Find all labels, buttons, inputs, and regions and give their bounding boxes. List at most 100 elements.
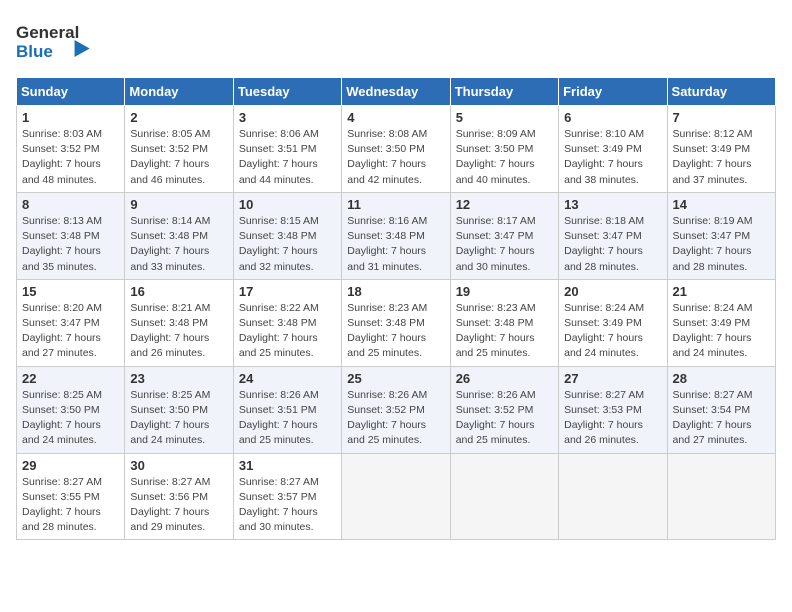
day-number: 27 bbox=[564, 371, 661, 386]
calendar-header: SundayMondayTuesdayWednesdayThursdayFrid… bbox=[17, 78, 776, 106]
calendar-week-1: 1 Sunrise: 8:03 AM Sunset: 3:52 PM Daylig… bbox=[17, 106, 776, 193]
calendar-cell: 19 Sunrise: 8:23 AM Sunset: 3:48 PM Dayli… bbox=[450, 279, 558, 366]
day-info: Sunrise: 8:25 AM Sunset: 3:50 PM Dayligh… bbox=[22, 388, 119, 449]
calendar-cell: 21Sunrise: 8:24 AM Sunset: 3:49 PM Dayli… bbox=[667, 279, 775, 366]
day-info: Sunrise: 8:12 AM Sunset: 3:49 PM Dayligh… bbox=[673, 127, 770, 188]
calendar-cell: 28 Sunrise: 8:27 AM Sunset: 3:54 PM Dayli… bbox=[667, 366, 775, 453]
calendar-cell: 31 Sunrise: 8:27 AM Sunset: 3:57 PM Dayli… bbox=[233, 453, 341, 540]
calendar-cell: 12 Sunrise: 8:17 AM Sunset: 3:47 PM Dayli… bbox=[450, 192, 558, 279]
calendar-cell: 8 Sunrise: 8:13 AM Sunset: 3:48 PM Daylig… bbox=[17, 192, 125, 279]
calendar-cell: 1 Sunrise: 8:03 AM Sunset: 3:52 PM Daylig… bbox=[17, 106, 125, 193]
day-info: Sunrise: 8:08 AM Sunset: 3:50 PM Dayligh… bbox=[347, 127, 444, 188]
day-info: Sunrise: 8:15 AM Sunset: 3:48 PM Dayligh… bbox=[239, 214, 336, 275]
day-info: Sunrise: 8:05 AM Sunset: 3:52 PM Dayligh… bbox=[130, 127, 227, 188]
calendar-cell: 16 Sunrise: 8:21 AM Sunset: 3:48 PM Dayli… bbox=[125, 279, 233, 366]
day-number: 10 bbox=[239, 197, 336, 212]
day-header-sunday: Sunday bbox=[17, 78, 125, 106]
page-header: General Blue bbox=[16, 16, 776, 71]
calendar-cell: 13 Sunrise: 8:18 AM Sunset: 3:47 PM Dayli… bbox=[559, 192, 667, 279]
day-info: Sunrise: 8:10 AM Sunset: 3:49 PM Dayligh… bbox=[564, 127, 661, 188]
day-number: 9 bbox=[130, 197, 227, 212]
day-number: 8 bbox=[22, 197, 119, 212]
calendar-cell: 9 Sunrise: 8:14 AM Sunset: 3:48 PM Daylig… bbox=[125, 192, 233, 279]
calendar-cell: 11Sunrise: 8:16 AM Sunset: 3:48 PM Dayli… bbox=[342, 192, 450, 279]
day-info: Sunrise: 8:27 AM Sunset: 3:55 PM Dayligh… bbox=[22, 475, 119, 536]
day-number: 23 bbox=[130, 371, 227, 386]
calendar-cell: 17Sunrise: 8:22 AM Sunset: 3:48 PM Dayli… bbox=[233, 279, 341, 366]
day-info: Sunrise: 8:21 AM Sunset: 3:48 PM Dayligh… bbox=[130, 301, 227, 362]
day-info: Sunrise: 8:26 AM Sunset: 3:51 PM Dayligh… bbox=[239, 388, 336, 449]
day-number: 7 bbox=[673, 110, 770, 125]
day-number: 31 bbox=[239, 458, 336, 473]
day-header-tuesday: Tuesday bbox=[233, 78, 341, 106]
day-info: Sunrise: 8:03 AM Sunset: 3:52 PM Dayligh… bbox=[22, 127, 119, 188]
day-number: 22 bbox=[22, 371, 119, 386]
day-number: 30 bbox=[130, 458, 227, 473]
day-info: Sunrise: 8:18 AM Sunset: 3:47 PM Dayligh… bbox=[564, 214, 661, 275]
svg-text:General: General bbox=[16, 23, 79, 42]
day-number: 16 bbox=[130, 284, 227, 299]
day-number: 25 bbox=[347, 371, 444, 386]
calendar-cell: 10 Sunrise: 8:15 AM Sunset: 3:48 PM Dayli… bbox=[233, 192, 341, 279]
day-info: Sunrise: 8:17 AM Sunset: 3:47 PM Dayligh… bbox=[456, 214, 553, 275]
day-info: Sunrise: 8:24 AM Sunset: 3:49 PM Dayligh… bbox=[564, 301, 661, 362]
calendar-cell: 27Sunrise: 8:27 AM Sunset: 3:53 PM Dayli… bbox=[559, 366, 667, 453]
day-number: 28 bbox=[673, 371, 770, 386]
calendar-cell: 23Sunrise: 8:25 AM Sunset: 3:50 PM Dayli… bbox=[125, 366, 233, 453]
day-info: Sunrise: 8:22 AM Sunset: 3:48 PM Dayligh… bbox=[239, 301, 336, 362]
day-number: 5 bbox=[456, 110, 553, 125]
day-info: Sunrise: 8:13 AM Sunset: 3:48 PM Dayligh… bbox=[22, 214, 119, 275]
day-info: Sunrise: 8:06 AM Sunset: 3:51 PM Dayligh… bbox=[239, 127, 336, 188]
day-info: Sunrise: 8:14 AM Sunset: 3:48 PM Dayligh… bbox=[130, 214, 227, 275]
calendar-cell bbox=[559, 453, 667, 540]
calendar-week-4: 22 Sunrise: 8:25 AM Sunset: 3:50 PM Dayli… bbox=[17, 366, 776, 453]
day-header-saturday: Saturday bbox=[667, 78, 775, 106]
calendar-cell: 3 Sunrise: 8:06 AM Sunset: 3:51 PM Daylig… bbox=[233, 106, 341, 193]
day-number: 3 bbox=[239, 110, 336, 125]
logo-svg: General Blue bbox=[16, 16, 101, 66]
svg-text:Blue: Blue bbox=[16, 42, 53, 61]
day-number: 1 bbox=[22, 110, 119, 125]
day-number: 12 bbox=[456, 197, 553, 212]
day-info: Sunrise: 8:27 AM Sunset: 3:57 PM Dayligh… bbox=[239, 475, 336, 536]
day-number: 21 bbox=[673, 284, 770, 299]
calendar-cell: 22 Sunrise: 8:25 AM Sunset: 3:50 PM Dayli… bbox=[17, 366, 125, 453]
day-number: 26 bbox=[456, 371, 553, 386]
day-number: 24 bbox=[239, 371, 336, 386]
day-number: 15 bbox=[22, 284, 119, 299]
calendar-body: 1 Sunrise: 8:03 AM Sunset: 3:52 PM Daylig… bbox=[17, 106, 776, 540]
calendar-week-2: 8 Sunrise: 8:13 AM Sunset: 3:48 PM Daylig… bbox=[17, 192, 776, 279]
day-info: Sunrise: 8:26 AM Sunset: 3:52 PM Dayligh… bbox=[347, 388, 444, 449]
day-info: Sunrise: 8:23 AM Sunset: 3:48 PM Dayligh… bbox=[456, 301, 553, 362]
day-number: 18 bbox=[347, 284, 444, 299]
day-info: Sunrise: 8:09 AM Sunset: 3:50 PM Dayligh… bbox=[456, 127, 553, 188]
day-number: 19 bbox=[456, 284, 553, 299]
day-info: Sunrise: 8:20 AM Sunset: 3:47 PM Dayligh… bbox=[22, 301, 119, 362]
day-info: Sunrise: 8:19 AM Sunset: 3:47 PM Dayligh… bbox=[673, 214, 770, 275]
calendar-cell: 20Sunrise: 8:24 AM Sunset: 3:49 PM Dayli… bbox=[559, 279, 667, 366]
days-of-week-row: SundayMondayTuesdayWednesdayThursdayFrid… bbox=[17, 78, 776, 106]
day-number: 13 bbox=[564, 197, 661, 212]
calendar-week-5: 29Sunrise: 8:27 AM Sunset: 3:55 PM Dayli… bbox=[17, 453, 776, 540]
calendar-cell: 6 Sunrise: 8:10 AM Sunset: 3:49 PM Daylig… bbox=[559, 106, 667, 193]
calendar-cell bbox=[667, 453, 775, 540]
calendar-cell: 26Sunrise: 8:26 AM Sunset: 3:52 PM Dayli… bbox=[450, 366, 558, 453]
calendar-cell: 30 Sunrise: 8:27 AM Sunset: 3:56 PM Dayli… bbox=[125, 453, 233, 540]
day-number: 14 bbox=[673, 197, 770, 212]
day-info: Sunrise: 8:23 AM Sunset: 3:48 PM Dayligh… bbox=[347, 301, 444, 362]
calendar-table: SundayMondayTuesdayWednesdayThursdayFrid… bbox=[16, 77, 776, 540]
calendar-cell: 15 Sunrise: 8:20 AM Sunset: 3:47 PM Dayli… bbox=[17, 279, 125, 366]
calendar-cell bbox=[450, 453, 558, 540]
calendar-cell: 29Sunrise: 8:27 AM Sunset: 3:55 PM Dayli… bbox=[17, 453, 125, 540]
day-info: Sunrise: 8:27 AM Sunset: 3:56 PM Dayligh… bbox=[130, 475, 227, 536]
calendar-cell: 7 Sunrise: 8:12 AM Sunset: 3:49 PM Daylig… bbox=[667, 106, 775, 193]
calendar-cell: 24 Sunrise: 8:26 AM Sunset: 3:51 PM Dayli… bbox=[233, 366, 341, 453]
calendar-cell: 4 Sunrise: 8:08 AM Sunset: 3:50 PM Daylig… bbox=[342, 106, 450, 193]
day-info: Sunrise: 8:27 AM Sunset: 3:54 PM Dayligh… bbox=[673, 388, 770, 449]
calendar-cell: 2Sunrise: 8:05 AM Sunset: 3:52 PM Daylig… bbox=[125, 106, 233, 193]
calendar-cell: 25 Sunrise: 8:26 AM Sunset: 3:52 PM Dayli… bbox=[342, 366, 450, 453]
day-number: 6 bbox=[564, 110, 661, 125]
day-header-friday: Friday bbox=[559, 78, 667, 106]
day-number: 4 bbox=[347, 110, 444, 125]
day-info: Sunrise: 8:16 AM Sunset: 3:48 PM Dayligh… bbox=[347, 214, 444, 275]
